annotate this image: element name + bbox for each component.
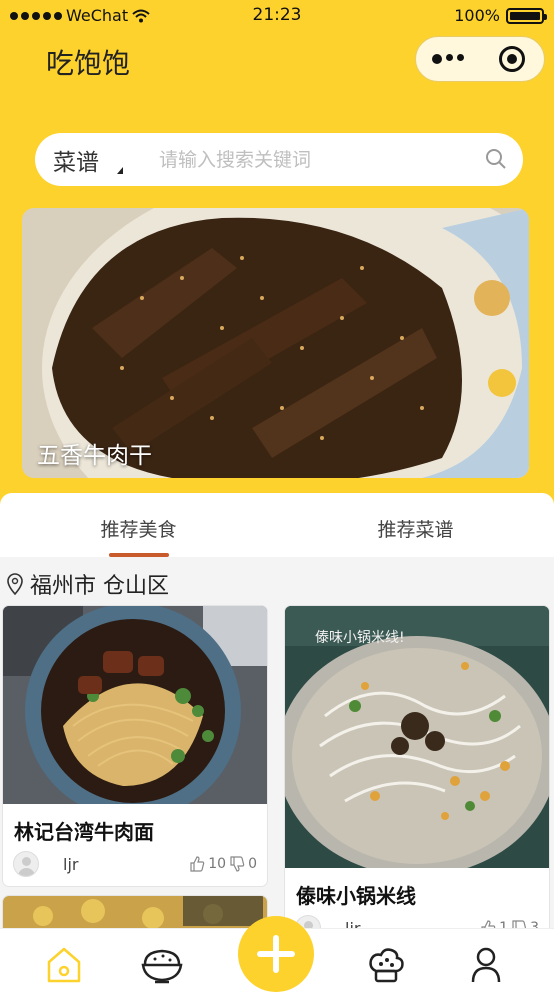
dropdown-triangle-icon xyxy=(117,167,123,174)
banner-carousel[interactable]: 五香牛肉干 xyxy=(22,208,529,478)
like-count: 10 xyxy=(208,856,227,872)
photo-handwriting: 傣味小锅米线! xyxy=(315,630,405,646)
battery-icon xyxy=(506,7,547,24)
rice-bowl-icon xyxy=(141,949,183,984)
nav-profile[interactable] xyxy=(464,943,508,987)
avatar xyxy=(13,851,39,877)
mini-program-capsule xyxy=(415,36,545,82)
food-card[interactable]: 傣味小锅米线! 傣味小锅米线 ljr 1 3 xyxy=(285,606,549,936)
author-name: ljr xyxy=(63,854,79,874)
battery-percent: 100% xyxy=(454,6,500,25)
nav-food[interactable] xyxy=(140,943,184,987)
tab-bar: 推荐美食 推荐菜谱 xyxy=(0,493,554,557)
thumbs-up-icon[interactable] xyxy=(189,856,205,872)
location-pin-icon xyxy=(7,573,23,595)
tab-recommended-recipes[interactable]: 推荐菜谱 xyxy=(277,493,554,557)
add-post-button[interactable] xyxy=(238,916,314,992)
more-menu-icon[interactable] xyxy=(416,54,480,64)
app-title: 吃饱饱 xyxy=(46,47,131,80)
search-icon[interactable] xyxy=(485,148,507,170)
dislike-count: 0 xyxy=(248,856,257,872)
banner-caption: 五香牛肉干 xyxy=(37,443,152,469)
close-miniprogram-icon[interactable] xyxy=(480,46,544,72)
tab-recommended-food[interactable]: 推荐美食 xyxy=(0,493,277,557)
chef-hat-icon xyxy=(369,948,404,983)
food-name: 林记台湾牛肉面 xyxy=(14,820,154,844)
nav-home[interactable] xyxy=(42,943,86,987)
food-card[interactable]: 林记台湾牛肉面 ljr 10 0 xyxy=(3,606,267,886)
status-bar: WeChat 21:23 100% xyxy=(0,0,554,32)
food-photo: 傣味小锅米线! xyxy=(285,606,549,868)
food-name: 傣味小锅米线 xyxy=(296,884,416,908)
plus-icon xyxy=(257,935,295,973)
home-icon xyxy=(47,947,81,983)
search-bar: 菜谱 xyxy=(35,133,523,186)
user-icon xyxy=(471,947,501,983)
thumbs-down-icon[interactable] xyxy=(229,856,245,872)
food-photo xyxy=(3,606,267,804)
search-input[interactable] xyxy=(159,148,469,171)
location-text: 福州市 仓山区 xyxy=(30,574,169,599)
location-row[interactable]: 福州市 仓山区 xyxy=(6,568,169,600)
nav-recipes[interactable] xyxy=(364,943,408,987)
